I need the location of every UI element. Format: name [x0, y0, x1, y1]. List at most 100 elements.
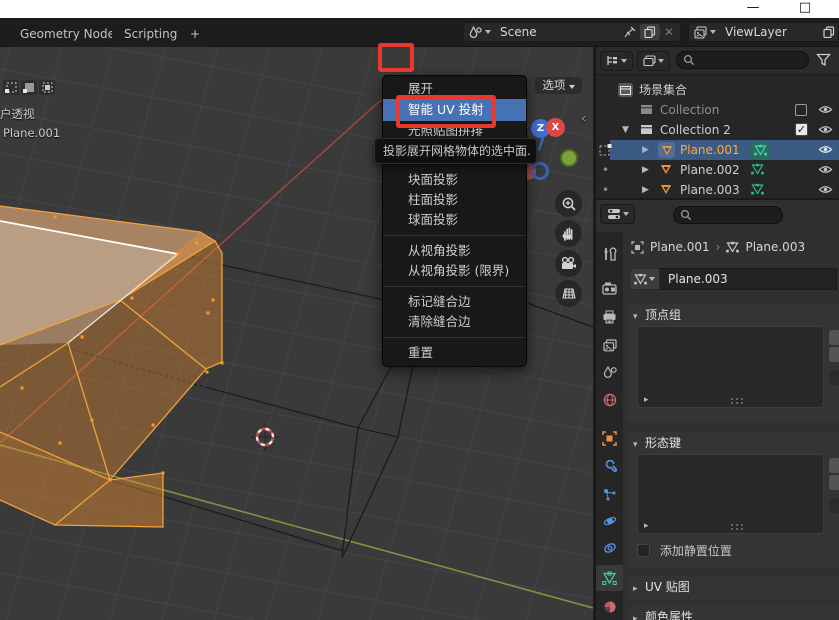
- search-icon: [680, 209, 692, 221]
- viewlayer-selector[interactable]: ViewLayer: [688, 22, 839, 42]
- new-tab-button[interactable]: +: [178, 22, 212, 47]
- breadcrumb-object[interactable]: Plane.001: [650, 240, 710, 254]
- select-extend-icon[interactable]: [21, 80, 37, 95]
- expand-arrow-icon[interactable]: ▶: [642, 180, 654, 200]
- dot-icon: •: [602, 180, 609, 200]
- menu-item-clear-seam[interactable]: 清除缝合边: [383, 312, 526, 332]
- new-viewlayer-button[interactable]: [823, 26, 835, 38]
- eye-icon[interactable]: [818, 123, 833, 136]
- menu-item-sphere-projection[interactable]: 球面投影: [383, 210, 526, 230]
- view-perspective-label: 户透视: [0, 106, 35, 122]
- display-mode-dropdown[interactable]: [637, 51, 670, 71]
- add-vertex-group-button[interactable]: [829, 330, 839, 345]
- properties-editor-type-dropdown[interactable]: [600, 204, 635, 224]
- menu-item-cube-projection[interactable]: 块面投影: [383, 170, 526, 190]
- object-row-plane-001[interactable]: ▶ Plane.001: [610, 140, 839, 160]
- menu-item-project-from-view-bounds[interactable]: 从视角投影 (限界): [383, 261, 526, 281]
- tab-render[interactable]: [596, 275, 623, 301]
- tab-object-data[interactable]: [596, 565, 623, 591]
- gizmo-y-ball[interactable]: [560, 149, 578, 167]
- datablock-name-field[interactable]: Plane.003: [660, 268, 837, 290]
- list-expand-arrow[interactable]: ▸: [644, 395, 656, 405]
- tab-world[interactable]: [596, 387, 623, 413]
- editor-type-dropdown[interactable]: [600, 51, 633, 71]
- resize-grip[interactable]: [731, 524, 747, 529]
- os-titlebar: — □: [0, 0, 839, 18]
- mesh-data-icon[interactable]: [751, 163, 764, 175]
- collection-row[interactable]: Collection: [596, 100, 839, 120]
- shape-keys-header[interactable]: ▾形态键: [627, 432, 839, 454]
- expand-arrow-icon[interactable]: ▼: [622, 120, 634, 140]
- new-scene-button[interactable]: [640, 24, 660, 40]
- uv-maps-panel[interactable]: ▸UV 贴图: [627, 576, 839, 600]
- minimize-button[interactable]: —: [738, 0, 768, 18]
- tab-object[interactable]: [596, 425, 623, 451]
- vertex-groups-list[interactable]: ▸: [637, 326, 824, 408]
- eye-icon[interactable]: [818, 183, 833, 196]
- vertex-group-specials-button[interactable]: [829, 370, 839, 385]
- shape-key-specials-button[interactable]: [829, 498, 839, 513]
- eye-icon[interactable]: [818, 103, 833, 116]
- filter-icon[interactable]: [816, 53, 831, 67]
- eye-icon[interactable]: [818, 163, 833, 176]
- select-new-icon[interactable]: [3, 80, 19, 95]
- collection-2-row[interactable]: ▼ Collection 2 ✓: [596, 120, 839, 140]
- unlink-scene-button[interactable]: ✕: [664, 25, 674, 39]
- color-attributes-panel[interactable]: ▸颜色属性: [627, 606, 839, 620]
- menu-item-reset[interactable]: 重置: [383, 343, 526, 363]
- menu-separator: [384, 286, 525, 287]
- pan-hand-button[interactable]: [555, 220, 582, 247]
- properties-body: Plane.001 › Plane.003 Plane.003 ▾顶点组 ▸: [623, 232, 839, 620]
- scene-collection-row[interactable]: 场景集合: [596, 80, 839, 100]
- tab-modifiers[interactable]: [596, 454, 623, 480]
- camera-view-button[interactable]: [555, 250, 582, 277]
- viewlayer-icon: [694, 26, 707, 39]
- tab-output[interactable]: [596, 304, 623, 330]
- sidebar-collapse-arrow[interactable]: ‹: [581, 111, 587, 127]
- list-expand-arrow[interactable]: ▸: [644, 521, 656, 531]
- add-shape-key-button[interactable]: [829, 458, 839, 473]
- include-checkbox[interactable]: ✓: [795, 123, 808, 136]
- tab-view-layer[interactable]: [596, 332, 623, 358]
- menu-item-unwrap[interactable]: 展开: [383, 79, 526, 99]
- exclude-checkbox[interactable]: [795, 104, 807, 116]
- gizmo-x-ball[interactable]: X: [546, 118, 565, 137]
- select-subtract-icon[interactable]: [39, 80, 55, 95]
- orthographic-grid-button[interactable]: [555, 280, 582, 307]
- menu-item-cylinder-projection[interactable]: 柱面投影: [383, 190, 526, 210]
- mesh-data-icon[interactable]: [750, 141, 770, 159]
- tab-scene[interactable]: [596, 359, 623, 385]
- scene-selector[interactable]: Scene ✕: [463, 22, 681, 42]
- eye-icon[interactable]: [818, 143, 833, 156]
- tab-tool[interactable]: [596, 241, 623, 267]
- mesh-data-icon[interactable]: [751, 183, 764, 195]
- expand-arrow-icon[interactable]: ▶: [642, 140, 654, 160]
- shape-keys-list[interactable]: ▸: [637, 454, 824, 534]
- tab-physics[interactable]: [596, 508, 623, 534]
- menu-item-mark-seam[interactable]: 标记缝合边: [383, 292, 526, 312]
- remove-vertex-group-button[interactable]: [829, 347, 839, 362]
- outliner-panel: 场景集合 Collection ▼ Collection 2 ✓ ▶: [595, 47, 839, 198]
- tab-constraints[interactable]: [596, 535, 623, 561]
- breadcrumb-data[interactable]: Plane.003: [745, 240, 805, 254]
- pin-icon[interactable]: [623, 26, 636, 39]
- object-row-plane-003[interactable]: • ▶ Plane.003: [596, 180, 839, 200]
- zoom-button[interactable]: [555, 190, 582, 217]
- tab-material[interactable]: [596, 594, 623, 620]
- menu-item-smart-uv-project[interactable]: 智能 UV 投射: [383, 99, 526, 121]
- expand-arrow-icon[interactable]: ▶: [642, 160, 654, 180]
- menu-item-project-from-view[interactable]: 从视角投影: [383, 241, 526, 261]
- object-row-plane-002[interactable]: • ▶ Plane.002: [596, 160, 839, 180]
- gizmo-y-neg-ball[interactable]: [531, 162, 549, 180]
- add-rest-position-checkbox[interactable]: [637, 544, 650, 557]
- vertex-groups-header[interactable]: ▾顶点组: [627, 304, 839, 326]
- tab-particles[interactable]: [596, 482, 623, 508]
- viewport-options-button[interactable]: 选项: [535, 77, 582, 94]
- remove-shape-key-button[interactable]: [829, 475, 839, 490]
- outliner-search-input[interactable]: [676, 51, 809, 69]
- properties-search-input[interactable]: [673, 206, 783, 224]
- resize-grip[interactable]: [731, 398, 747, 403]
- mesh-datablock-dropdown[interactable]: [629, 268, 660, 290]
- maximize-button[interactable]: □: [790, 0, 820, 18]
- selected-mesh[interactable]: [0, 206, 224, 527]
